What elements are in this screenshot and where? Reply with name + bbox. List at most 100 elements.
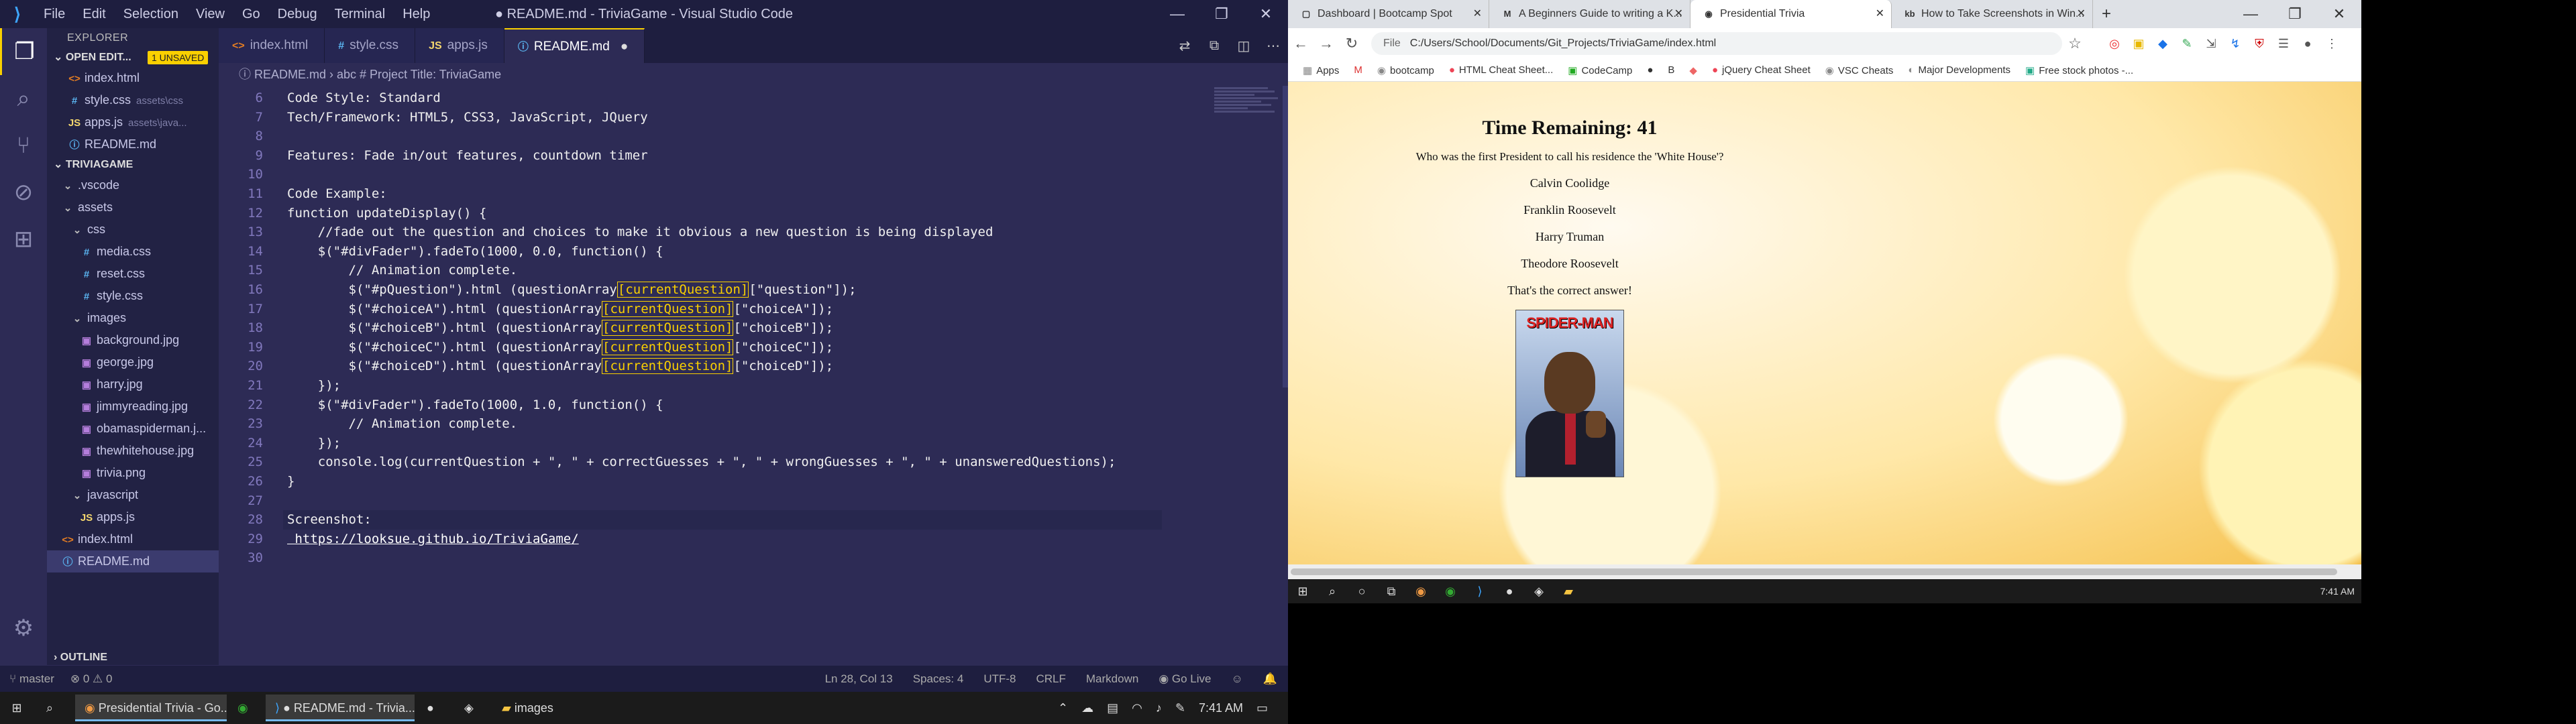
code-line[interactable]: // Animation complete. bbox=[287, 261, 518, 280]
close-icon[interactable]: ✕ bbox=[2317, 0, 2361, 28]
file-item[interactable]: ▣ trivia.png bbox=[47, 462, 219, 484]
folder-item[interactable]: ⌄ assets bbox=[47, 196, 219, 219]
volume-icon[interactable]: ♪ bbox=[1156, 701, 1162, 715]
windows-start-icon[interactable]: ⊞ bbox=[1288, 585, 1318, 599]
chrome-menu-icon[interactable]: ⋮ bbox=[2322, 37, 2341, 51]
action-center-icon[interactable]: ▭ bbox=[1256, 701, 1268, 715]
shield-icon[interactable]: ⛨ bbox=[2250, 37, 2269, 51]
breadcrumb[interactable]: ⓘ README.md › abc # Project Title: Trivi… bbox=[219, 63, 1288, 86]
open-editor-item[interactable]: ⓘ README.md bbox=[47, 133, 219, 156]
wifi-icon[interactable]: ◠ bbox=[1132, 701, 1142, 715]
taskbar-app-vscode[interactable]: ⟩ ● README.md - Trivia... bbox=[266, 695, 415, 721]
bookmark-vsc-cheats[interactable]: ◉ VSC Cheats bbox=[1825, 64, 1894, 76]
split-editor-icon[interactable]: ◫ bbox=[1229, 38, 1258, 54]
menu-selection[interactable]: Selection bbox=[115, 0, 187, 28]
code-line[interactable]: Code Example: bbox=[287, 184, 387, 204]
gitkraken-app-icon[interactable]: ◈ bbox=[1524, 585, 1554, 599]
close-tab-icon[interactable]: ✕ bbox=[2077, 0, 2086, 28]
code-line[interactable]: $("#divFader").fadeTo(1000, 0.0, functio… bbox=[287, 242, 663, 261]
extension-icon[interactable]: ◎ bbox=[2105, 37, 2124, 51]
debug-icon[interactable]: ⊘ bbox=[0, 169, 47, 216]
onedrive-icon[interactable]: ☁ bbox=[1081, 701, 1093, 715]
explorer-icon[interactable]: ❐ bbox=[0, 28, 47, 75]
minimize-icon[interactable]: — bbox=[1155, 0, 1199, 28]
menu-debug[interactable]: Debug bbox=[269, 0, 326, 28]
code-line[interactable]: $("#choiceB").html (questionArray[curren… bbox=[287, 318, 833, 338]
chrome-tab-guide[interactable]: M A Beginners Guide to writing a K... ✕ bbox=[1489, 0, 1690, 28]
close-tab-icon[interactable]: ✕ bbox=[1473, 0, 1482, 28]
line-ending[interactable]: CRLF bbox=[1036, 666, 1065, 692]
bookmark-github-icon[interactable]: ● bbox=[1647, 64, 1653, 76]
feedback-icon[interactable]: ☺ bbox=[1231, 666, 1242, 692]
restore-icon[interactable]: ❐ bbox=[1199, 0, 1244, 28]
file-item[interactable]: ▣ jimmyreading.jpg bbox=[47, 396, 219, 418]
code-line[interactable]: $("#divFader").fadeTo(1000, 1.0, functio… bbox=[287, 396, 663, 415]
code-line[interactable]: https://looksue.github.io/TriviaGame/ bbox=[287, 530, 578, 549]
folder-item[interactable]: ⌄ css bbox=[47, 219, 219, 241]
more-actions-icon[interactable]: ⋯ bbox=[1258, 38, 1288, 54]
bookmark-codecamp[interactable]: ▣ CodeCamp bbox=[1568, 64, 1632, 76]
settings-gear-icon[interactable]: ⚙ bbox=[0, 605, 47, 652]
editor-scrollbar[interactable] bbox=[1283, 86, 1288, 387]
search-icon[interactable]: ⌕ bbox=[1318, 585, 1347, 599]
chevron-up-icon[interactable]: ⌃ bbox=[1058, 701, 1068, 715]
bookmark-gmail[interactable]: M bbox=[1354, 64, 1362, 76]
close-icon[interactable]: ✕ bbox=[1244, 0, 1288, 28]
code-editor[interactable]: 6 Code Style: Standard 7 Tech/Framework: HT… bbox=[219, 86, 1288, 665]
file-item[interactable]: ▣ harry.jpg bbox=[47, 373, 219, 396]
language-mode[interactable]: Markdown bbox=[1086, 666, 1138, 692]
code-line[interactable]: //fade out the question and choices to m… bbox=[287, 223, 994, 242]
file-explorer-icon[interactable]: ▰ bbox=[1554, 585, 1583, 599]
open-editor-item[interactable]: JS apps.js assets\java... bbox=[47, 111, 219, 133]
chrome-app-icon[interactable]: ◉ bbox=[1436, 585, 1465, 599]
task-view-icon[interactable]: ⧉ bbox=[1377, 585, 1406, 599]
project-section[interactable]: ⌄ TRIVIAGAME bbox=[47, 156, 219, 174]
bookmark-free-stock-photos[interactable]: ▣ Free stock photos -... bbox=[2025, 64, 2133, 76]
file-item[interactable]: ▣ background.jpg bbox=[47, 329, 219, 351]
code-line[interactable]: Features: Fade in/out features, countdow… bbox=[287, 146, 648, 166]
restore-icon[interactable]: ❐ bbox=[2273, 0, 2317, 28]
folder-item[interactable]: ⌄ images bbox=[47, 307, 219, 329]
menu-view[interactable]: View bbox=[187, 0, 233, 28]
back-icon[interactable]: ← bbox=[1288, 35, 1313, 52]
code-line[interactable]: Screenshot: bbox=[283, 510, 1162, 530]
file-item[interactable]: ⓘ README.md bbox=[47, 550, 219, 572]
choice-b[interactable]: Franklin Roosevelt bbox=[1288, 203, 1851, 217]
compare-icon[interactable]: ⇄ bbox=[1170, 38, 1199, 54]
branch-indicator[interactable]: ⑂ master bbox=[9, 666, 54, 692]
tab-style-css[interactable]: # style.css bbox=[325, 28, 416, 63]
file-item[interactable]: ▣ george.jpg bbox=[47, 351, 219, 373]
go-live-button[interactable]: ◉ Go Live bbox=[1159, 666, 1211, 692]
choice-d[interactable]: Theodore Roosevelt bbox=[1288, 257, 1851, 271]
file-item[interactable]: # media.css bbox=[47, 241, 219, 263]
reload-icon[interactable]: ↻ bbox=[1339, 35, 1364, 52]
code-line[interactable]: $("#choiceA").html (questionArray[curren… bbox=[287, 300, 833, 319]
code-line[interactable]: }); bbox=[287, 434, 341, 453]
minimize-icon[interactable]: — bbox=[2229, 0, 2273, 28]
extension-icon[interactable]: ◆ bbox=[2153, 37, 2172, 51]
choice-a[interactable]: Calvin Coolidge bbox=[1288, 176, 1851, 190]
minimap[interactable] bbox=[1214, 86, 1281, 133]
indentation[interactable]: Spaces: 4 bbox=[913, 666, 964, 692]
extension-icon[interactable]: ▣ bbox=[2129, 37, 2148, 51]
file-item[interactable]: # reset.css bbox=[47, 263, 219, 285]
taskbar-app-gitkraken[interactable]: ◈ bbox=[455, 695, 490, 721]
taskbar-app-file-explorer[interactable]: ▰ images bbox=[492, 695, 593, 721]
extension-icon[interactable]: ⇲ bbox=[2202, 37, 2220, 51]
chrome-tab-trivia[interactable]: ◉ Presidential Trivia ✕ bbox=[1690, 0, 1892, 28]
file-item[interactable]: ▣ thewhitehouse.jpg bbox=[47, 440, 219, 462]
notifications-icon[interactable]: 🔔 bbox=[1263, 666, 1277, 692]
taskbar-app-chrome[interactable]: ◉ bbox=[228, 695, 263, 721]
source-control-icon[interactable]: ⑂ bbox=[0, 122, 47, 169]
extension-icon[interactable]: ↯ bbox=[2226, 37, 2245, 51]
menu-help[interactable]: Help bbox=[394, 0, 439, 28]
problems-indicator[interactable]: ⊗ 0 ⚠ 0 bbox=[70, 666, 113, 692]
code-line[interactable]: console.log(currentQuestion + ", " + cor… bbox=[287, 452, 1116, 472]
close-tab-icon[interactable]: ✕ bbox=[1674, 0, 1683, 28]
code-line[interactable]: // Animation complete. bbox=[287, 414, 518, 434]
search-icon[interactable]: ⌕ bbox=[36, 692, 63, 724]
chrome-tab-dashboard[interactable]: ▢ Dashboard | Bootcamp Spot ✕ bbox=[1288, 0, 1489, 28]
avatar[interactable]: ● bbox=[2298, 37, 2317, 51]
unsaved-dot-icon[interactable]: ● bbox=[621, 40, 628, 54]
chrome-app-icon[interactable]: ◉ bbox=[1406, 585, 1436, 599]
